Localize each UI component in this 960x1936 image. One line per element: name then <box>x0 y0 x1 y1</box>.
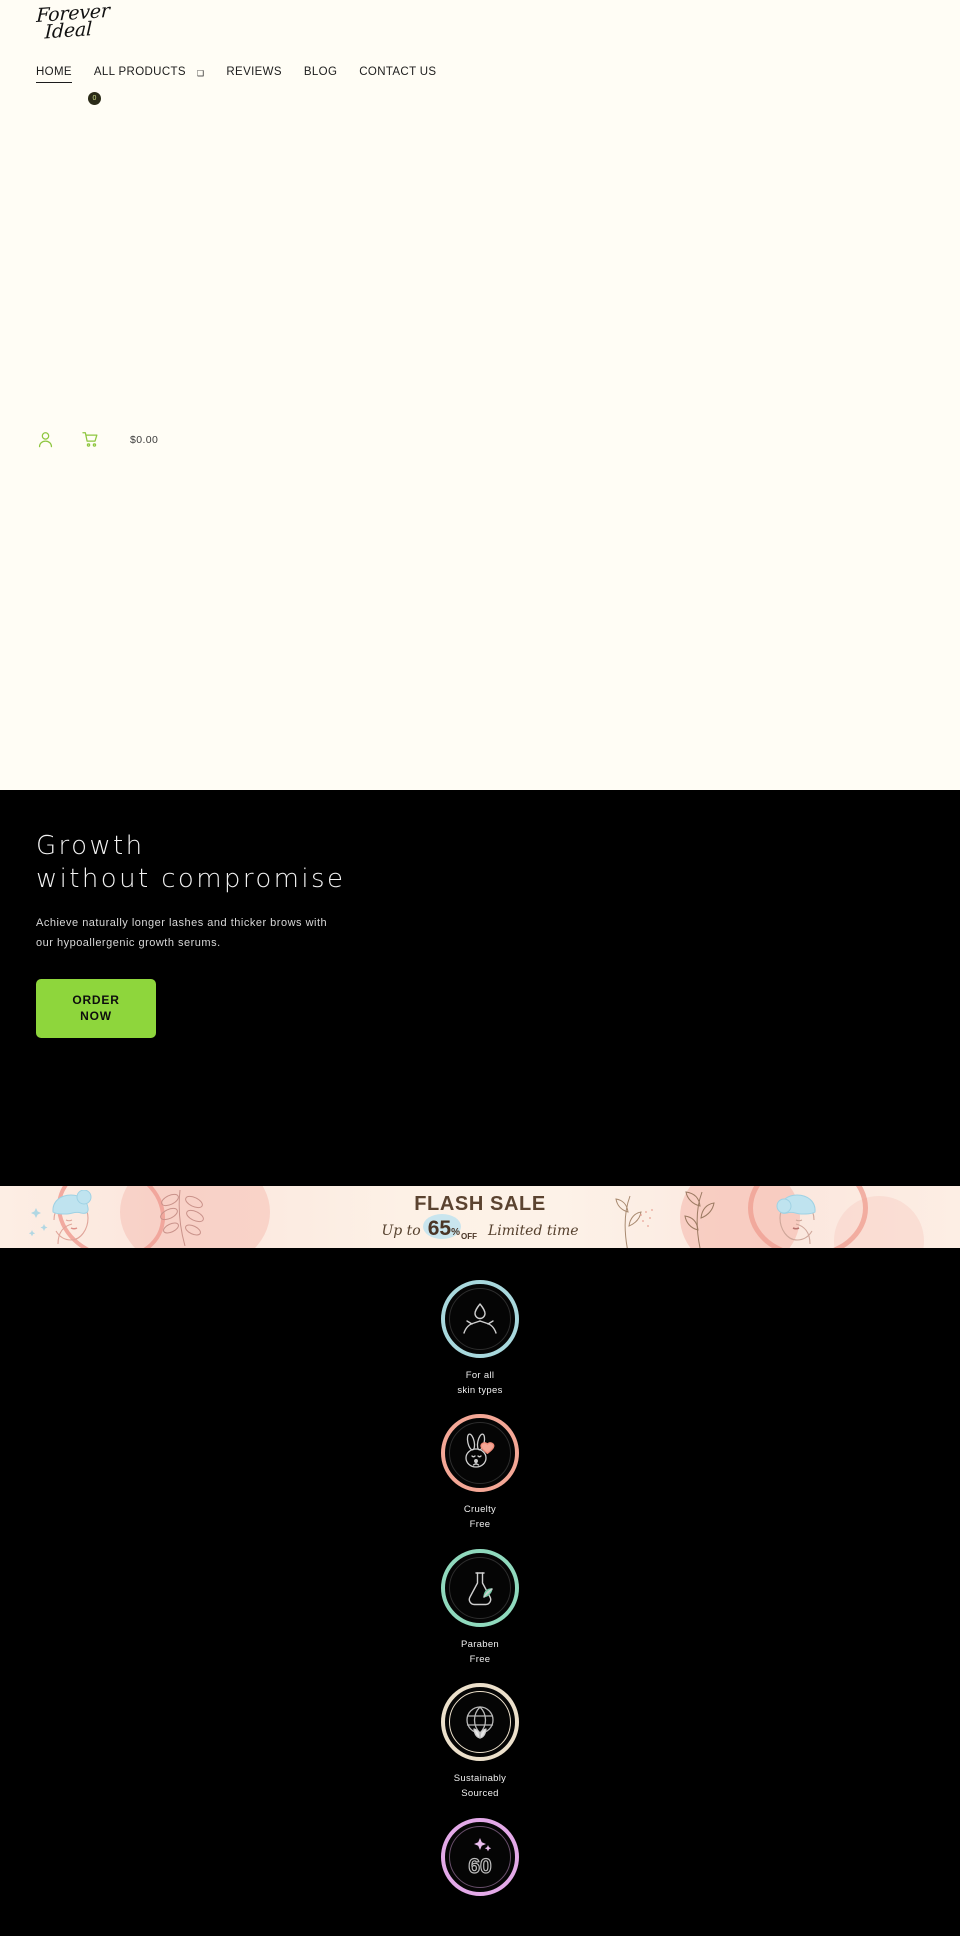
brand-logo[interactable]: Forever Ideal <box>0 0 960 44</box>
badge-label-line1: Paraben <box>460 1638 500 1650</box>
badge-label-line2: Sourced <box>461 1788 499 1800</box>
badge-inner-ring <box>449 1288 511 1350</box>
nav-item-all-products[interactable]: ALL PRODUCTS ❑ <box>94 66 205 82</box>
nav-item-contact-us[interactable]: CONTACT US <box>359 66 436 82</box>
hero-section: Growth without compromise Achieve natura… <box>0 790 960 1186</box>
hero-subtitle: Achieve naturally longer lashes and thic… <box>36 916 328 949</box>
utility-bar: $0.00 <box>36 430 158 449</box>
hero-title-line1: Growth <box>36 831 145 861</box>
flash-sale-text-block: FLASH SALE Up to 65 % OFF Limited time <box>0 1186 960 1248</box>
badge-sixty-days: 60 <box>441 1817 519 1896</box>
user-icon <box>38 432 53 448</box>
flash-sale-discount: 65 % OFF <box>422 1214 477 1241</box>
nav-cart-badge-wrap: 0 <box>88 92 101 106</box>
cart-link[interactable] <box>81 430 100 449</box>
flash-sale-percent-symbol: % <box>451 1227 460 1238</box>
badge-label-line1: Cruelty <box>463 1504 497 1516</box>
nav-item-blog-label: BLOG <box>303 66 338 79</box>
nav-item-reviews[interactable]: REVIEWS <box>226 66 282 82</box>
page-root: Forever Ideal HOME ALL PRODUCTS ❑ REVIEW… <box>0 0 960 1936</box>
badge-label-line1: For all <box>465 1370 495 1381</box>
main-navigation: HOME ALL PRODUCTS ❑ REVIEWS BLOG CONTACT… <box>0 66 960 106</box>
shopping-cart-icon <box>82 432 98 447</box>
badge-inner-ring <box>449 1825 511 1888</box>
order-now-button[interactable]: ORDER NOW <box>36 979 156 1039</box>
badge-sustainably-sourced: Sustainably Sourced <box>441 1683 519 1801</box>
badge-label-line2: skin types <box>457 1384 503 1396</box>
badge-label-line2: Free <box>469 1653 491 1665</box>
brand-logo-text: Forever Ideal <box>35 0 110 44</box>
badge-label-line1: Sustainably <box>453 1773 507 1785</box>
badge-label: Paraben Free <box>461 1638 499 1667</box>
badge-ring <box>441 1280 519 1358</box>
chevron-down-icon: ❑ <box>196 68 205 78</box>
badge-paraben-free: Paraben Free <box>441 1548 519 1667</box>
nav-item-contact-us-label: CONTACT US <box>359 66 437 79</box>
badge-label: Sustainably Sourced <box>454 1772 506 1801</box>
badge-cruelty-free: Cruelty Free <box>441 1414 519 1532</box>
hero-title: Growth without compromise <box>36 830 520 897</box>
flash-sale-off-label: OFF <box>461 1232 477 1241</box>
nav-item-blog[interactable]: BLOG <box>304 66 337 82</box>
flash-sale-banner[interactable]: FLASH SALE Up to 65 % OFF Limited time <box>0 1186 960 1248</box>
badge-for-all-skin-types: For all skin types <box>441 1280 519 1398</box>
badge-ring <box>441 1414 519 1493</box>
badge-label-line2: Free <box>469 1519 491 1531</box>
badge-ring <box>441 1683 519 1762</box>
badge-inner-ring <box>449 1556 511 1619</box>
flash-sale-subtitle: Up to 65 % OFF Limited time <box>381 1214 579 1241</box>
trust-badges-section: For all skin types Cruelty Free Paraben … <box>0 1248 960 1936</box>
account-link[interactable] <box>36 430 55 449</box>
nav-item-home-label: HOME <box>36 66 72 79</box>
flash-sale-up-to: Up to <box>381 1223 421 1239</box>
hero-content: Growth without compromise Achieve natura… <box>0 830 520 1039</box>
badge-label: For all skin types <box>457 1369 502 1398</box>
flash-sale-title: FLASH SALE <box>414 1193 546 1215</box>
nav-item-reviews-label: REVIEWS <box>226 66 282 79</box>
badge-inner-ring <box>449 1422 511 1485</box>
site-header: Forever Ideal HOME ALL PRODUCTS ❑ REVIEW… <box>0 0 960 790</box>
nav-item-all-products-label: ALL PRODUCTS <box>93 66 186 79</box>
order-now-line1: ORDER <box>72 993 120 1008</box>
badge-inner-ring <box>449 1691 511 1754</box>
hero-title-line2: without compromise <box>36 864 346 895</box>
nav-item-home[interactable]: HOME <box>36 66 72 84</box>
order-now-line2: NOW <box>80 1008 112 1023</box>
flash-sale-number: 65 <box>427 1217 452 1240</box>
cart-total: $0.00 <box>130 433 159 446</box>
badge-label: Cruelty Free <box>464 1503 496 1532</box>
flash-sale-limited-time: Limited time <box>488 1223 579 1239</box>
badge-ring: 60 <box>441 1817 519 1896</box>
badge-ring <box>441 1548 519 1627</box>
brand-logo-line2: Ideal <box>44 18 93 44</box>
nav-cart-badge: 0 <box>88 92 101 106</box>
